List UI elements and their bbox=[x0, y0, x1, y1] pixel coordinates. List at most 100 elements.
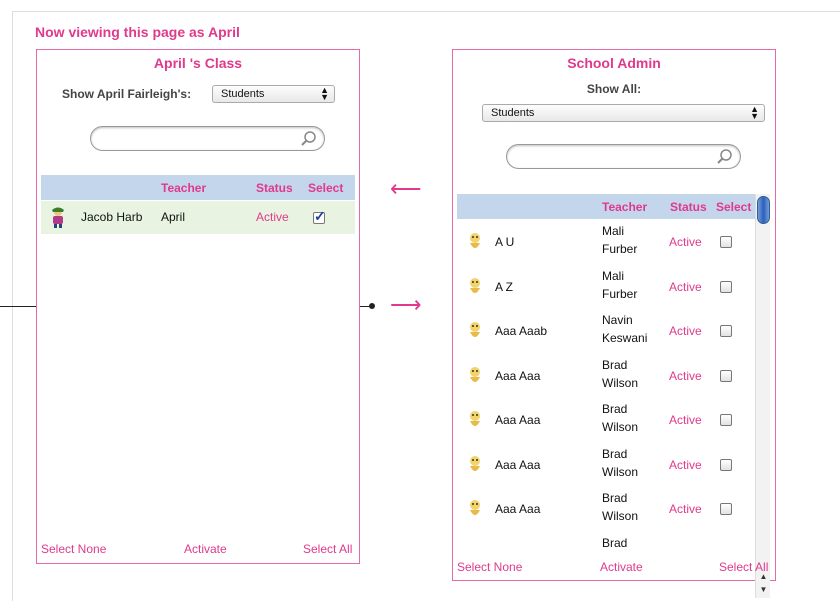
column-select[interactable]: Select bbox=[308, 181, 343, 195]
teacher-last: Furber bbox=[602, 242, 638, 256]
student-type-select[interactable]: Students ▲ ▼ bbox=[212, 85, 335, 103]
student-avatar-icon bbox=[470, 456, 480, 471]
student-name: Aaa Aaa bbox=[495, 369, 541, 383]
student-avatar-icon bbox=[470, 278, 480, 293]
column-select[interactable]: Select bbox=[716, 200, 751, 214]
column-status[interactable]: Status bbox=[256, 181, 293, 195]
table-row[interactable]: A Z Mali Furber Active bbox=[453, 264, 755, 309]
search-input[interactable] bbox=[90, 126, 325, 151]
select-all-link[interactable]: Select All bbox=[719, 560, 768, 574]
move-left-arrow[interactable]: ⟵ bbox=[390, 176, 422, 202]
column-status[interactable]: Status bbox=[670, 200, 707, 214]
teacher-first: Brad bbox=[602, 491, 628, 505]
select-none-link[interactable]: Select None bbox=[41, 542, 106, 556]
row-checkbox[interactable] bbox=[720, 503, 732, 515]
teacher-last: Wilson bbox=[602, 420, 639, 434]
teacher-first: Brad bbox=[602, 536, 628, 550]
student-name: Aaa Aaa bbox=[495, 413, 541, 427]
student-status[interactable]: Active bbox=[669, 458, 702, 472]
class-panel-title: April 's Class bbox=[153, 55, 243, 71]
show-label: Show April Fairleigh's: bbox=[62, 87, 192, 101]
checkmark-icon: ✓ bbox=[314, 208, 326, 224]
student-status[interactable]: Active bbox=[669, 502, 702, 516]
row-checkbox[interactable] bbox=[720, 459, 732, 471]
student-teacher: Brad Wilson bbox=[602, 445, 638, 481]
class-panel: April 's Class Show April Fairleigh's: S… bbox=[36, 49, 360, 564]
teacher-last: Wilson bbox=[602, 465, 639, 479]
select-all-link[interactable]: Select All bbox=[303, 542, 352, 556]
teacher-first: Brad bbox=[602, 402, 628, 416]
student-avatar-icon bbox=[52, 207, 64, 228]
row-checkbox[interactable] bbox=[720, 281, 732, 293]
table-header: Teacher Status Select bbox=[457, 194, 755, 219]
student-avatar-icon bbox=[470, 233, 480, 248]
student-status[interactable]: Active bbox=[256, 210, 289, 224]
student-teacher: Brad Wilson bbox=[602, 356, 638, 392]
student-avatar-icon bbox=[470, 322, 480, 337]
select-arrows-icon: ▲ ▼ bbox=[750, 104, 759, 121]
search-input[interactable] bbox=[506, 144, 741, 169]
student-teacher: Mali Furber bbox=[602, 267, 637, 303]
student-teacher: Brad bbox=[602, 534, 627, 552]
select-arrows-icon: ▲ ▼ bbox=[320, 85, 329, 102]
student-status[interactable]: Active bbox=[669, 413, 702, 427]
select-value: Students bbox=[491, 107, 535, 119]
student-name: Jacob Harb bbox=[81, 210, 143, 224]
move-right-arrow[interactable]: ⟶ bbox=[390, 292, 422, 318]
student-list: A U Mali Furber Active A Z Mali Furber Act… bbox=[453, 219, 755, 601]
student-avatar-icon bbox=[470, 367, 480, 382]
student-status[interactable]: Active bbox=[669, 235, 702, 249]
list-scrollbar[interactable]: ▲ ▼ bbox=[755, 194, 770, 598]
show-all-label: Show All: bbox=[586, 82, 642, 96]
student-name: A U bbox=[495, 235, 515, 249]
select-none-link[interactable]: Select None bbox=[457, 560, 522, 574]
teacher-last: Wilson bbox=[602, 376, 639, 390]
table-row[interactable]: Aaa Aaa Brad Wilson Active bbox=[453, 397, 755, 442]
scrollbar-thumb[interactable] bbox=[757, 196, 770, 224]
teacher-first: Navin bbox=[602, 313, 633, 327]
teacher-first: Mali bbox=[602, 269, 625, 283]
scroll-down-icon[interactable]: ▼ bbox=[757, 583, 770, 596]
student-avatar-icon bbox=[470, 411, 480, 426]
page-title: Now viewing this page as April bbox=[35, 24, 240, 40]
search-icon bbox=[301, 131, 316, 146]
table-row[interactable]: Aaa Aaa Brad Wilson Active bbox=[453, 442, 755, 487]
student-teacher: Navin Keswani bbox=[602, 311, 647, 347]
table-row[interactable]: Aaa Aaa Brad Wilson Active bbox=[453, 486, 755, 531]
row-checkbox[interactable] bbox=[720, 325, 732, 337]
table-header: Teacher Status Select bbox=[41, 175, 355, 200]
row-checkbox[interactable]: ✓ bbox=[313, 208, 326, 224]
student-name: Aaa Aaa bbox=[495, 458, 541, 472]
select-value: Students bbox=[221, 88, 265, 100]
student-teacher: Mali Furber bbox=[602, 222, 637, 258]
row-checkbox[interactable] bbox=[720, 414, 732, 426]
row-checkbox[interactable] bbox=[720, 236, 732, 248]
table-row[interactable]: Aaa Aaa Brad Wilson Active bbox=[453, 353, 755, 398]
student-name: Aaa Aaa bbox=[495, 502, 541, 516]
teacher-first: Brad bbox=[602, 358, 628, 372]
teacher-last: Wilson bbox=[602, 509, 639, 523]
student-type-select[interactable]: Students ▲ ▼ bbox=[482, 104, 765, 122]
teacher-last: Keswani bbox=[602, 331, 648, 345]
row-checkbox[interactable] bbox=[720, 370, 732, 382]
callout-dot bbox=[369, 303, 375, 309]
teacher-last: Furber bbox=[602, 287, 638, 301]
table-row[interactable]: Jacob Harb April Active ✓ bbox=[41, 201, 355, 234]
student-status[interactable]: Active bbox=[669, 280, 702, 294]
student-teacher: April bbox=[161, 210, 186, 224]
student-name: A Z bbox=[495, 280, 514, 294]
activate-link[interactable]: Activate bbox=[184, 542, 227, 556]
column-teacher[interactable]: Teacher bbox=[602, 200, 647, 214]
table-row[interactable]: A U Mali Furber Active bbox=[453, 219, 755, 264]
activate-link[interactable]: Activate bbox=[600, 560, 643, 574]
admin-panel: School Admin Show All: Students ▲ ▼ Teach… bbox=[452, 49, 776, 598]
student-status[interactable]: Active bbox=[669, 324, 702, 338]
student-teacher: Brad Wilson bbox=[602, 400, 638, 436]
table-row[interactable]: Aaa Aaab Navin Keswani Active bbox=[453, 308, 755, 353]
column-teacher[interactable]: Teacher bbox=[161, 181, 206, 195]
teacher-first: Mali bbox=[602, 224, 625, 238]
search-icon bbox=[717, 149, 732, 164]
student-avatar-icon bbox=[470, 500, 480, 515]
student-status[interactable]: Active bbox=[669, 369, 702, 383]
admin-panel-title: School Admin bbox=[567, 55, 661, 71]
